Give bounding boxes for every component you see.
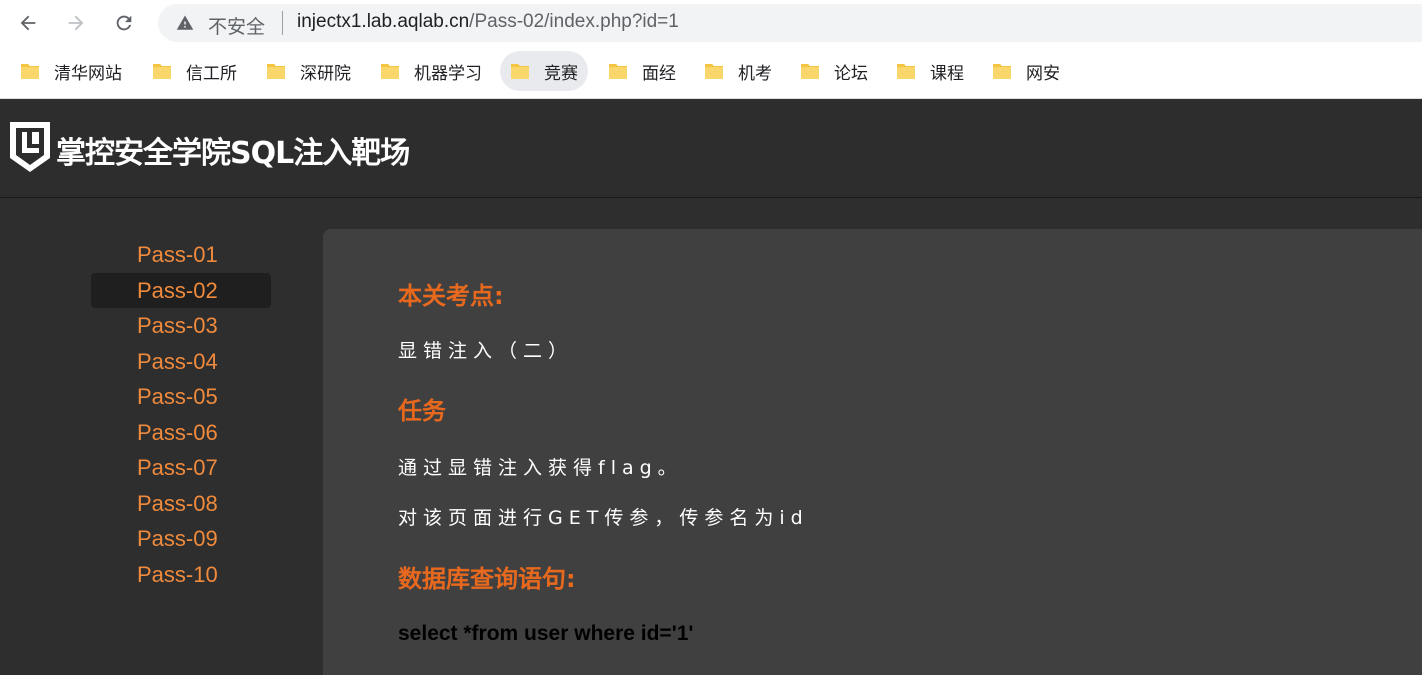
sidebar-nav: Pass-01 Pass-02 Pass-03 Pass-04 Pass-05 … [91, 237, 271, 592]
bookmark-label: 竞赛 [544, 63, 578, 84]
bookmarks-bar: 清华网站 信工所 深研院 机器学习 竞赛 面经 机考 论坛 课程 网安 [0, 46, 1422, 99]
bookmark-label: 网安 [1026, 63, 1060, 84]
heading-sql-query: 数据库查询语句: [398, 565, 576, 593]
main-area: Pass-01 Pass-02 Pass-03 Pass-04 Pass-05 … [0, 199, 1422, 675]
url-text[interactable]: injectx1.lab.aqlab.cn/Pass-02/index.php?… [297, 11, 679, 33]
sidebar-item-pass-05[interactable]: Pass-05 [91, 379, 271, 415]
sidebar-item-pass-01[interactable]: Pass-01 [91, 237, 271, 273]
sidebar-item-pass-07[interactable]: Pass-07 [91, 450, 271, 486]
key-point-text: 显错注入（二） [398, 340, 574, 362]
bookmark-label: 论坛 [834, 63, 868, 84]
bookmark-label: 机器学习 [414, 63, 482, 84]
sidebar-item-pass-09[interactable]: Pass-09 [91, 521, 271, 557]
bookmark-label: 机考 [738, 63, 772, 84]
back-button[interactable] [13, 8, 43, 38]
url-separator [282, 11, 283, 35]
sidebar-item-pass-02[interactable]: Pass-02 [91, 272, 271, 308]
bookmark-item[interactable]: 机考 [694, 51, 782, 91]
folder-icon [705, 64, 723, 79]
heading-key-point: 本关考点: [398, 282, 504, 310]
forward-arrow-icon [68, 15, 84, 31]
bookmark-item[interactable]: 深研院 [256, 51, 361, 91]
sidebar-item-pass-10[interactable]: Pass-10 [91, 557, 271, 593]
web-page: 掌控安全学院SQL注入靶场 Pass-01 Pass-02 Pass-03 Pa… [0, 100, 1422, 675]
bookmark-item[interactable]: 网安 [982, 51, 1070, 91]
content-panel: 本关考点: 显错注入（二） 任务 通过显错注入获得flag。 对该页面进行GET… [323, 229, 1422, 675]
bookmark-item[interactable]: 信工所 [142, 51, 247, 91]
bookmark-label: 清华网站 [54, 63, 122, 84]
bookmark-item[interactable]: 竞赛 [500, 51, 588, 91]
folder-icon [153, 64, 171, 79]
sidebar-item-pass-08[interactable]: Pass-08 [91, 486, 271, 522]
task-line-2: 对该页面进行GET传参，传参名为id [398, 507, 809, 529]
sidebar-item-pass-04[interactable]: Pass-04 [91, 344, 271, 380]
url-path: /Pass-02/index.php?id=1 [469, 11, 679, 32]
folder-icon [897, 64, 915, 79]
bookmark-label: 深研院 [300, 63, 351, 84]
insecure-label: 不安全 [208, 16, 266, 38]
back-arrow-icon [20, 15, 36, 31]
url-host: injectx1.lab.aqlab.cn [297, 11, 470, 32]
site-header: 掌控安全学院SQL注入靶场 [0, 100, 1422, 198]
address-bar[interactable]: 不安全 injectx1.lab.aqlab.cn/Pass-02/index.… [158, 4, 1422, 42]
shield-logo-icon [10, 122, 50, 172]
bookmark-label: 面经 [642, 63, 676, 84]
reload-button[interactable] [109, 8, 139, 38]
site-title: 掌控安全学院SQL注入靶场 [56, 136, 410, 171]
reload-icon [116, 15, 132, 31]
sidebar-item-pass-06[interactable]: Pass-06 [91, 415, 271, 451]
task-line-1: 通过显错注入获得flag。 [398, 457, 683, 479]
bookmark-label: 课程 [930, 63, 964, 84]
folder-icon [609, 64, 627, 79]
sidebar-item-pass-03[interactable]: Pass-03 [91, 308, 271, 344]
bookmark-item[interactable]: 清华网站 [10, 51, 132, 91]
folder-icon [21, 64, 39, 79]
bookmark-item[interactable]: 面经 [598, 51, 686, 91]
folder-icon [267, 64, 285, 79]
heading-task: 任务 [398, 397, 446, 425]
folder-icon [381, 64, 399, 79]
folder-icon [801, 64, 819, 79]
sql-query-text: select *from user where id='1' [398, 622, 694, 645]
folder-icon [993, 64, 1011, 79]
browser-toolbar: 不安全 injectx1.lab.aqlab.cn/Pass-02/index.… [0, 0, 1422, 46]
bookmark-item[interactable]: 论坛 [790, 51, 878, 91]
forward-button[interactable] [61, 8, 91, 38]
folder-icon [511, 64, 529, 79]
bookmark-item[interactable]: 课程 [886, 51, 974, 91]
bookmark-item[interactable]: 机器学习 [370, 51, 492, 91]
warning-icon [176, 15, 194, 30]
bookmark-label: 信工所 [186, 63, 237, 84]
